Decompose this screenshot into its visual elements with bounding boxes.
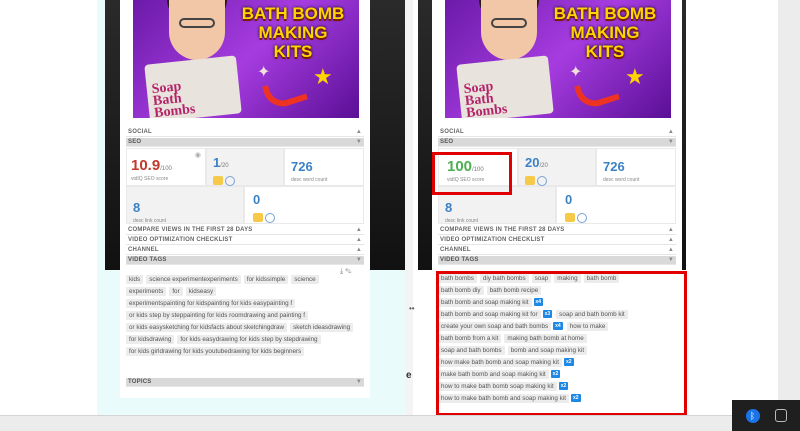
tag-chip[interactable]: for kidsdrawing bbox=[126, 335, 175, 344]
divider-scrollbar[interactable] bbox=[405, 0, 413, 420]
section-social[interactable]: SOCIAL ▲ bbox=[438, 128, 676, 137]
section-channel[interactable]: CHANNEL ▲ bbox=[126, 246, 364, 255]
vidiq-icon bbox=[525, 176, 535, 186]
eye-icon[interactable]: ◉ bbox=[195, 151, 201, 159]
section-channel[interactable]: CHANNEL ▲ bbox=[438, 246, 676, 255]
section-compare-views[interactable]: COMPARE VIEWS IN THE FIRST 28 DAYS ▲ bbox=[438, 226, 676, 235]
vidiq-panel-before: Soap Bath Bombs BATH BOMB MAKING KITS ★ … bbox=[120, 0, 370, 398]
thumbnail-person bbox=[169, 0, 225, 60]
tag-chip[interactable]: for kids easydrawing for kids step by st… bbox=[177, 335, 321, 344]
tag-chip[interactable]: for kidssimple bbox=[243, 275, 289, 284]
word-count-card: 726 desc word count bbox=[596, 148, 676, 186]
star-icon: ✦ bbox=[569, 64, 583, 81]
tag-chip[interactable]: kids bbox=[126, 275, 144, 284]
user-target-icon bbox=[265, 212, 275, 223]
vidiq-icon bbox=[565, 213, 575, 223]
tag-chip[interactable]: experiments bbox=[126, 287, 167, 296]
section-video-tags[interactable]: VIDEO TAGS ▼ bbox=[438, 256, 676, 265]
bluetooth-icon[interactable]: ᛒ bbox=[745, 408, 760, 423]
extra-count-card: 0 bbox=[244, 186, 364, 224]
seo-score-card: 10.9/100 vidIQ SEO score ◉ bbox=[126, 148, 206, 186]
tag-chip[interactable]: for kids girldrawing for kids youtubedra… bbox=[126, 347, 305, 356]
chevron-down-icon: ▼ bbox=[355, 139, 362, 145]
star-icon: ★ bbox=[625, 64, 645, 89]
tag-chip[interactable]: science experimentexperiments bbox=[146, 275, 241, 284]
window-bottom-bar bbox=[0, 415, 800, 431]
tag-chip[interactable]: for bbox=[169, 287, 183, 296]
thumbnail-title: BATH BOMB MAKING KITS bbox=[553, 4, 657, 61]
partial-text: e bbox=[406, 370, 412, 381]
section-optimization-checklist[interactable]: VIDEO OPTIMIZATION CHECKLIST ▲ bbox=[126, 236, 364, 245]
tags-score-card: 1/20 bbox=[206, 148, 284, 186]
tags-score-card: 20/20 bbox=[518, 148, 596, 186]
tag-chip[interactable]: experimentspainting for kidspainting for… bbox=[126, 299, 296, 308]
section-video-tags[interactable]: VIDEO TAGS ▼ bbox=[126, 256, 364, 265]
tags-highlight bbox=[436, 271, 687, 416]
section-seo[interactable]: SEO ▼ bbox=[438, 138, 676, 147]
section-seo[interactable]: SEO ▼ bbox=[126, 138, 364, 147]
tag-chip[interactable]: science bbox=[291, 275, 319, 284]
chevron-up-icon: ▲ bbox=[355, 129, 362, 135]
video-thumbnail[interactable]: Soap Bath Bombs BATH BOMB MAKING KITS ★ … bbox=[445, 0, 671, 118]
target-icon bbox=[225, 175, 235, 186]
video-thumbnail[interactable]: Soap Bath Bombs BATH BOMB MAKING KITS ★ … bbox=[133, 0, 359, 118]
more-options-icon[interactable]: •• bbox=[409, 304, 415, 313]
star-icon: ✦ bbox=[257, 64, 271, 81]
section-social[interactable]: SOCIAL ▲ bbox=[126, 128, 364, 137]
word-count-card: 726 desc word count bbox=[284, 148, 364, 186]
thumbnail-person bbox=[481, 0, 537, 60]
vidiq-icon bbox=[253, 213, 263, 223]
link-count-card: 8 desc link count bbox=[126, 186, 244, 224]
page-background-left bbox=[0, 0, 100, 415]
target-icon bbox=[537, 175, 547, 186]
tag-chip[interactable]: sketch ideasdrawing bbox=[290, 323, 354, 332]
section-optimization-checklist[interactable]: VIDEO OPTIMIZATION CHECKLIST ▲ bbox=[438, 236, 676, 245]
seo-score-highlight bbox=[432, 152, 512, 195]
seo-score-value: 10.9 bbox=[131, 157, 161, 174]
star-icon: ★ bbox=[313, 64, 333, 89]
user-target-icon bbox=[577, 212, 587, 223]
tag-chip[interactable]: or kids easysketching for kidsfacts abou… bbox=[126, 323, 288, 332]
tag-chip[interactable]: or kids step by steppainting for kids ro… bbox=[126, 311, 309, 320]
tag-chip[interactable]: kidseasy bbox=[185, 287, 217, 296]
section-compare-views[interactable]: COMPARE VIEWS IN THE FIRST 28 DAYS ▲ bbox=[126, 226, 364, 235]
thumbnail-title: BATH BOMB MAKING KITS bbox=[241, 4, 345, 61]
extra-count-card: 0 bbox=[556, 186, 676, 224]
vidiq-icon bbox=[213, 176, 223, 186]
window-right-edge bbox=[778, 0, 800, 431]
section-topics[interactable]: TOPICS ▼ bbox=[126, 378, 364, 387]
video-tags-list-before: kids science experimentexperiments for kid… bbox=[126, 274, 364, 358]
system-tray: ᛒ bbox=[732, 400, 800, 431]
security-shield-icon[interactable] bbox=[774, 409, 787, 422]
